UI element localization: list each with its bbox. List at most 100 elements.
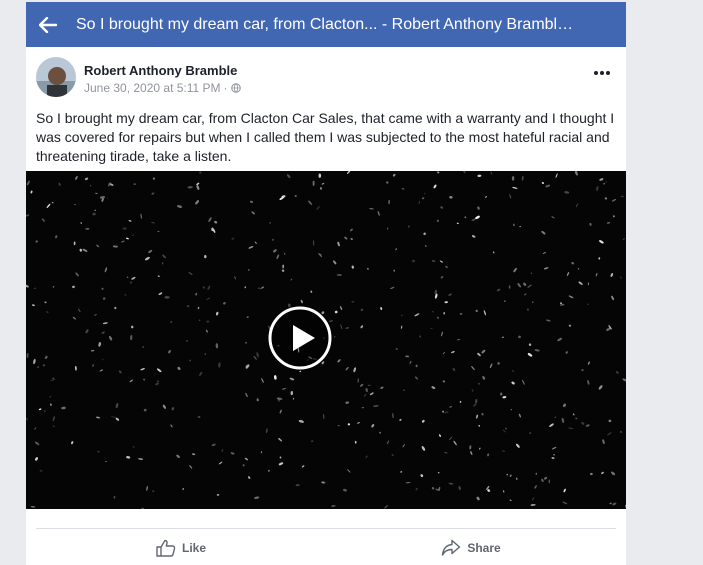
video-speckle xyxy=(568,427,574,430)
video-speckle xyxy=(176,454,180,458)
video-speckle xyxy=(311,440,314,442)
video-speckle xyxy=(249,200,254,203)
video-speckle xyxy=(35,240,38,243)
back-button[interactable] xyxy=(28,2,68,47)
video-speckle xyxy=(292,397,295,400)
play-button[interactable] xyxy=(268,306,332,370)
video-speckle xyxy=(340,306,343,311)
video-speckle xyxy=(445,265,448,269)
thumbs-up-icon xyxy=(156,539,176,557)
video-speckle xyxy=(432,310,434,313)
video-speckle xyxy=(97,450,100,453)
video-speckle xyxy=(516,443,520,448)
video-speckle xyxy=(208,217,212,223)
video-speckle xyxy=(405,355,410,358)
video-speckle xyxy=(260,451,263,454)
video-speckle xyxy=(199,171,202,174)
video-speckle xyxy=(564,191,570,194)
video-speckle xyxy=(46,311,49,314)
video-speckle xyxy=(424,244,427,247)
share-button[interactable]: Share xyxy=(326,529,616,565)
video-speckle xyxy=(101,331,105,334)
video-speckle xyxy=(546,319,551,322)
video-speckle xyxy=(142,346,145,348)
post-actions: Like Share xyxy=(36,528,616,565)
video-speckle xyxy=(574,171,578,176)
video-speckle xyxy=(294,195,297,197)
video-speckle xyxy=(443,451,448,454)
video-speckle xyxy=(512,186,518,189)
video-speckle xyxy=(168,350,171,354)
video-speckle xyxy=(369,207,374,210)
video-speckle xyxy=(436,316,440,319)
video-speckle xyxy=(419,335,421,338)
video-speckle xyxy=(299,370,302,373)
video-speckle xyxy=(353,367,357,373)
video-speckle xyxy=(551,216,555,219)
like-button[interactable]: Like xyxy=(36,529,326,565)
video-speckle xyxy=(141,507,145,509)
video-speckle xyxy=(470,451,473,455)
video-speckle xyxy=(451,350,455,354)
video-speckle xyxy=(402,389,406,391)
video-speckle xyxy=(129,379,134,383)
video-speckle xyxy=(257,287,262,290)
video-speckle xyxy=(84,177,89,181)
video-speckle xyxy=(202,286,205,289)
video-speckle xyxy=(104,267,108,273)
video-speckle xyxy=(206,297,211,300)
video-speckle xyxy=(310,290,313,293)
video-speckle xyxy=(442,351,446,355)
video-speckle xyxy=(52,425,56,427)
video-speckle xyxy=(512,223,515,227)
video-speckle xyxy=(548,479,550,484)
video-speckle xyxy=(354,440,357,444)
video-speckle xyxy=(431,386,436,390)
video-speckle xyxy=(30,190,33,194)
video-speckle xyxy=(555,173,558,178)
video-speckle xyxy=(512,370,515,372)
video-speckle xyxy=(282,264,285,269)
video-speckle xyxy=(373,405,379,407)
more-options-button[interactable] xyxy=(590,63,614,83)
video-speckle xyxy=(279,456,282,459)
video-speckle xyxy=(388,199,390,205)
video-speckle xyxy=(585,424,590,427)
video-speckle xyxy=(395,347,398,351)
video-speckle xyxy=(102,322,108,325)
video-speckle xyxy=(44,355,48,360)
video-speckle xyxy=(595,272,598,277)
video-speckle xyxy=(477,206,480,210)
video-speckle xyxy=(561,417,565,424)
video-speckle xyxy=(620,431,622,433)
video-speckle xyxy=(513,267,517,273)
post-date[interactable]: June 30, 2020 at 5:11 PM xyxy=(84,81,221,95)
video-speckle xyxy=(449,406,453,408)
video-speckle xyxy=(541,478,544,483)
video-speckle xyxy=(94,209,96,211)
video-speckle xyxy=(475,309,478,313)
video-speckle xyxy=(474,398,478,404)
more-options-icon xyxy=(594,71,610,75)
video-speckle xyxy=(34,441,40,446)
video-speckle xyxy=(462,171,466,174)
video-speckle xyxy=(517,283,521,288)
avatar[interactable] xyxy=(36,57,76,97)
video-speckle xyxy=(187,186,193,189)
video-speckle xyxy=(80,222,82,224)
video-speckle xyxy=(530,272,533,274)
video-speckle xyxy=(131,276,136,280)
author-name[interactable]: Robert Anthony Bramble xyxy=(84,63,241,78)
video-speckle xyxy=(300,299,303,304)
video-speckle xyxy=(170,424,173,428)
video-speckle xyxy=(554,416,557,419)
video-speckle xyxy=(464,216,467,219)
video-speckle xyxy=(508,285,511,289)
video-speckle xyxy=(254,496,260,499)
video-speckle xyxy=(541,181,545,185)
video-speckle xyxy=(392,173,396,177)
video-speckle xyxy=(113,495,116,499)
video-speckle xyxy=(109,335,113,341)
video-speckle xyxy=(254,241,257,244)
video-speckle xyxy=(377,211,380,216)
